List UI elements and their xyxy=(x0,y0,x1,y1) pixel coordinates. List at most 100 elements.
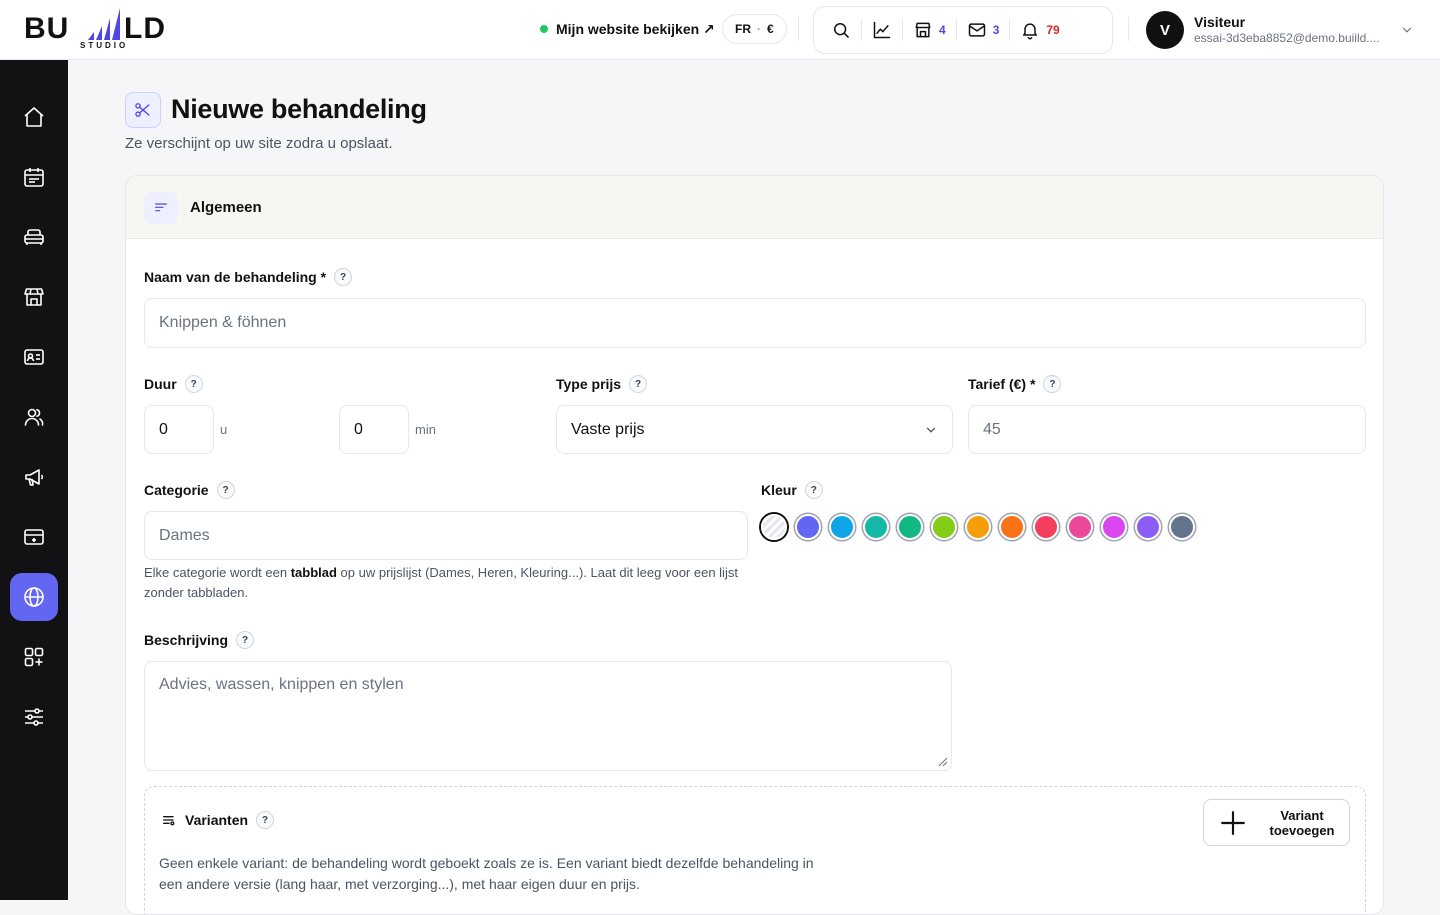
color-swatch[interactable] xyxy=(897,514,923,540)
store-icon xyxy=(915,22,931,38)
globe-icon xyxy=(24,587,44,607)
color-swatch-none[interactable] xyxy=(761,514,787,540)
hours-input[interactable]: 0 xyxy=(144,405,214,454)
logo-bars-icon xyxy=(88,8,120,40)
sidebar-item-calendar[interactable] xyxy=(10,153,58,201)
notification-count: 79 xyxy=(1046,23,1060,37)
user-email: essai-3d3eba8852@demo.buiild.... xyxy=(1194,31,1380,45)
sidebar-item-marketing[interactable] xyxy=(10,453,58,501)
rate-input[interactable]: 45 xyxy=(968,405,1366,454)
category-placeholder: Dames xyxy=(159,526,210,544)
color-swatch[interactable] xyxy=(999,514,1025,540)
category-hint-bold: tabblad xyxy=(290,565,337,580)
minutes-input[interactable]: 0 xyxy=(339,405,409,454)
rate-label: Tarief (€) * xyxy=(968,376,1036,392)
logo-text-left: BU xyxy=(24,12,70,45)
messages-button[interactable]: 3 xyxy=(960,14,1007,46)
help-icon[interactable]: ? xyxy=(256,811,275,829)
add-variant-button[interactable]: Variant toevoegen xyxy=(1203,799,1350,846)
settings-icon xyxy=(25,708,43,726)
currency-symbol: € xyxy=(767,22,774,36)
contact-card-icon xyxy=(24,349,44,365)
category-hint-part1: Elke categorie wordt een xyxy=(144,565,291,580)
category-label-row: Categorie ? xyxy=(144,481,235,499)
price-type-select[interactable]: Vaste prijs xyxy=(556,405,953,454)
sidebar-item-payments[interactable] xyxy=(10,513,58,561)
category-label: Categorie xyxy=(144,482,209,498)
help-icon[interactable]: ? xyxy=(334,268,353,286)
description-textarea[interactable]: Advies, wassen, knippen en stylen xyxy=(144,661,952,771)
sidebar-item-website[interactable] xyxy=(10,573,58,621)
language-currency-switch[interactable]: FR · € xyxy=(722,14,787,44)
help-icon[interactable]: ? xyxy=(1043,375,1062,393)
sidebar-item-services[interactable] xyxy=(10,213,58,261)
general-section-card: Algemeen Naam van de behandeling * ? Kni… xyxy=(125,175,1384,915)
logo-text-right: LD xyxy=(124,12,166,45)
color-swatch[interactable] xyxy=(1135,514,1161,540)
language-code: FR xyxy=(735,22,751,36)
divider xyxy=(902,19,903,41)
name-label: Naam van de behandeling * xyxy=(144,269,327,285)
variants-title: Varianten xyxy=(185,812,249,828)
help-icon[interactable]: ? xyxy=(216,481,235,499)
rate-placeholder: 45 xyxy=(983,420,1001,438)
brand-logo[interactable]: BU LD STUDIO xyxy=(24,8,184,52)
color-swatch[interactable] xyxy=(863,514,889,540)
view-website-label: Mijn website bekijken ↗ xyxy=(556,20,715,37)
help-icon[interactable]: ? xyxy=(236,631,255,649)
search-button[interactable] xyxy=(824,14,858,46)
minutes-value: 0 xyxy=(354,420,363,438)
divider xyxy=(955,19,957,41)
help-icon[interactable]: ? xyxy=(629,375,648,393)
category-input[interactable]: Dames xyxy=(144,511,748,560)
users-icon xyxy=(24,408,44,426)
price-type-label: Type prijs xyxy=(556,376,622,392)
category-hint: Elke categorie wordt een tabblad op uw p… xyxy=(144,563,754,603)
user-name: Visiteur xyxy=(1194,14,1246,30)
notifications-button[interactable]: 79 xyxy=(1013,14,1066,46)
color-swatch[interactable] xyxy=(1033,514,1059,540)
hours-unit: u xyxy=(220,422,228,437)
lang-separator: · xyxy=(757,22,761,36)
logo-subtitle: STUDIO xyxy=(80,41,129,50)
name-input[interactable]: Knippen & föhnen xyxy=(144,298,1366,348)
mail-count: 3 xyxy=(992,23,1000,37)
color-swatch[interactable] xyxy=(1067,514,1093,540)
plus-icon xyxy=(1221,810,1245,835)
duration-label: Duur xyxy=(144,376,177,392)
user-menu[interactable]: V Visiteur essai-3d3eba8852@demo.buiild.… xyxy=(1146,10,1416,50)
help-icon[interactable]: ? xyxy=(184,375,203,393)
sidebar-item-clients[interactable] xyxy=(10,333,58,381)
name-label-row: Naam van de behandeling * ? xyxy=(144,268,353,286)
sidebar-item-apps[interactable] xyxy=(10,633,58,681)
view-website-link[interactable]: Mijn website bekijken ↗ xyxy=(540,18,715,40)
description-label: Beschrijving xyxy=(144,632,229,648)
sidebar-item-settings[interactable] xyxy=(10,693,58,741)
color-swatch[interactable] xyxy=(1101,514,1127,540)
services-icon xyxy=(24,229,44,245)
store-icon xyxy=(24,288,44,306)
sidebar-item-store[interactable] xyxy=(10,273,58,321)
color-swatch[interactable] xyxy=(829,514,855,540)
minutes-unit: min xyxy=(415,422,436,437)
color-swatch[interactable] xyxy=(795,514,821,540)
apps-icon xyxy=(24,647,44,667)
sidebar-item-team[interactable] xyxy=(10,393,58,441)
shop-button[interactable]: 4 xyxy=(906,14,953,46)
color-swatch[interactable] xyxy=(1169,514,1195,540)
divider xyxy=(1009,19,1011,41)
name-placeholder: Knippen & föhnen xyxy=(159,314,287,331)
add-variant-label: Variant toevoegen xyxy=(1269,807,1335,838)
stats-button[interactable] xyxy=(865,14,899,46)
hours-value: 0 xyxy=(159,420,168,438)
avatar: V xyxy=(1146,11,1184,49)
color-swatch[interactable] xyxy=(965,514,991,540)
color-swatch[interactable] xyxy=(931,514,957,540)
divider xyxy=(798,17,799,41)
sidebar-item-home[interactable] xyxy=(10,93,58,141)
description-label-row: Beschrijving ? xyxy=(144,631,255,649)
resize-handle-icon[interactable] xyxy=(938,757,948,767)
payment-icon xyxy=(24,529,44,545)
variants-section: Varianten ? Geen enkele variant: de beha… xyxy=(144,786,1366,914)
help-icon[interactable]: ? xyxy=(804,481,823,499)
